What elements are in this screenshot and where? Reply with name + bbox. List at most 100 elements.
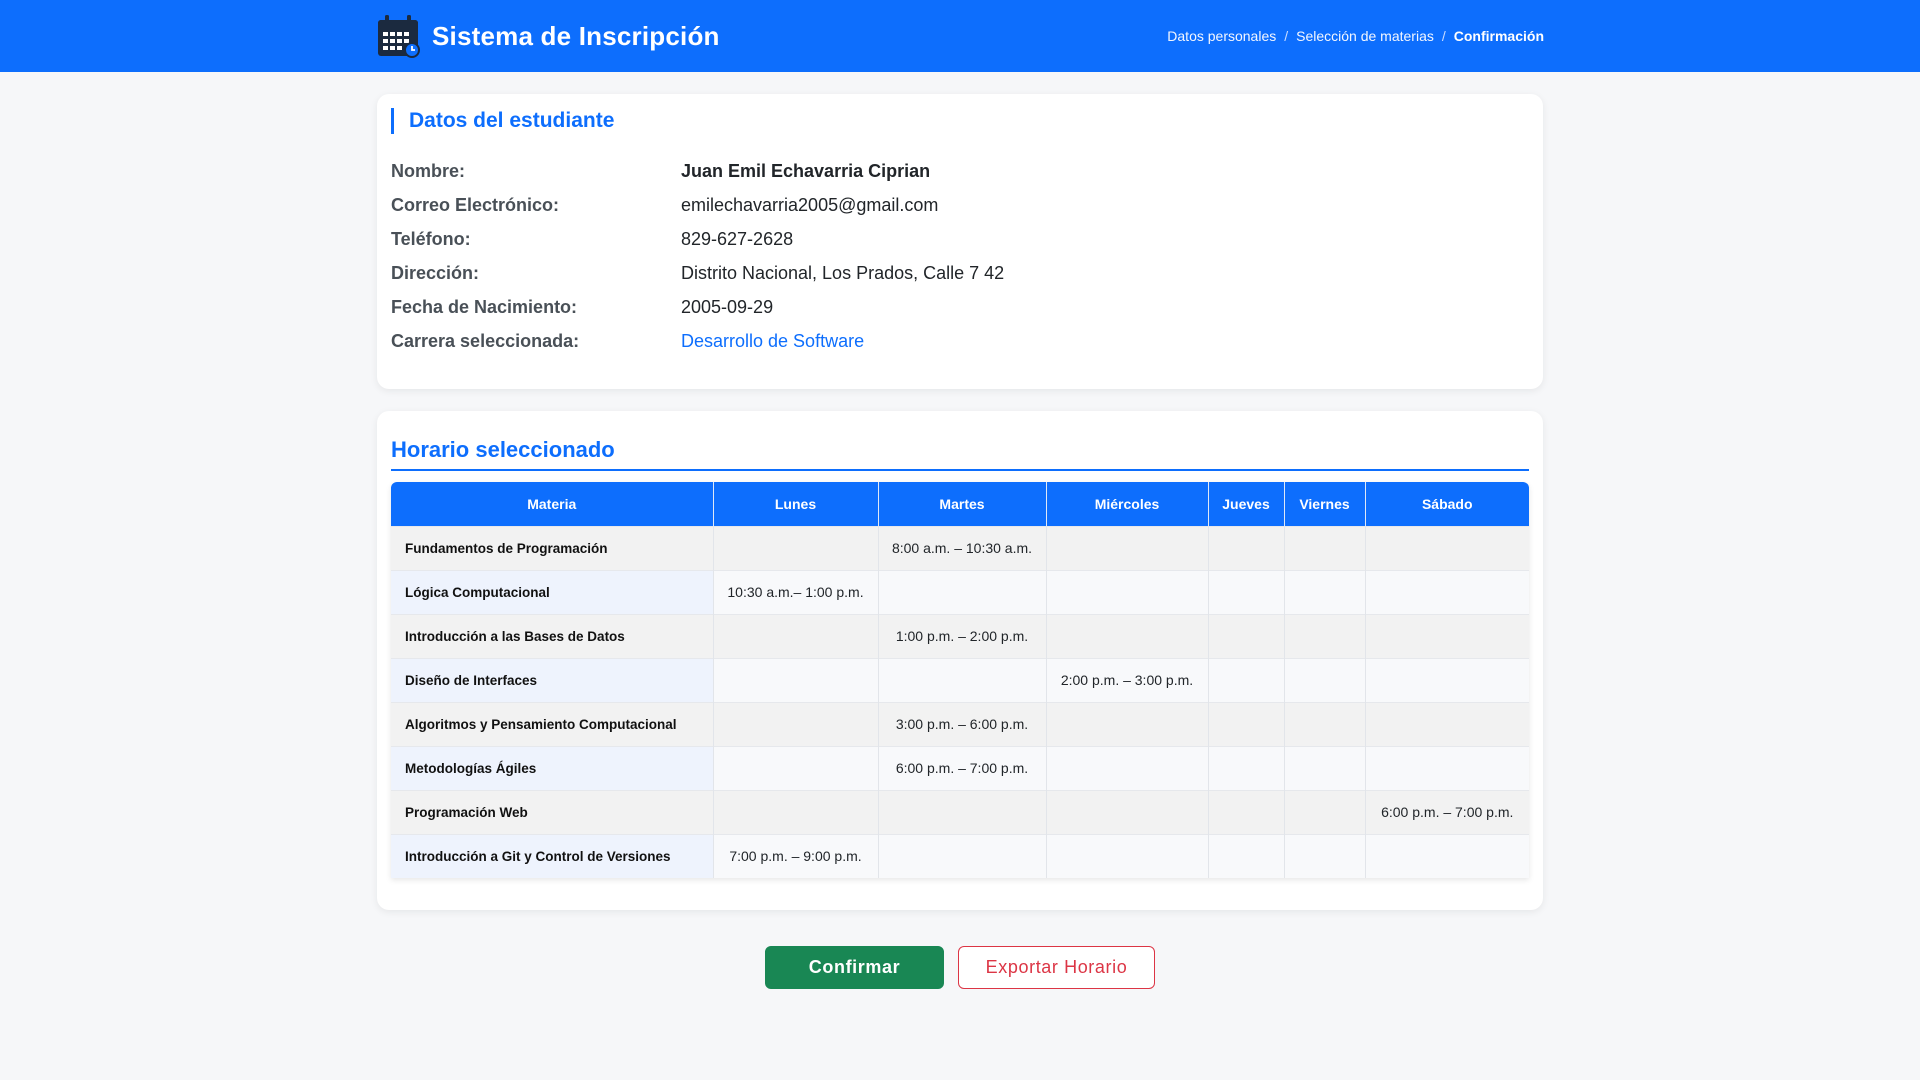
schedule-cell <box>1208 833 1285 878</box>
table-row: Diseño de Interfaces 2:00 p.m. – 3:00 p.… <box>391 657 1529 702</box>
schedule-cell <box>1284 833 1366 878</box>
schedule-cell <box>1365 745 1529 790</box>
info-row-fecha-nacimiento: Fecha de Nacimiento: 2005-09-29 <box>391 290 1004 324</box>
schedule-cell <box>1365 833 1529 878</box>
schedule-cell <box>1046 613 1209 658</box>
column-header-viernes: Viernes <box>1284 482 1366 526</box>
info-row-direccion: Dirección: Distrito Nacional, Los Prados… <box>391 256 1004 290</box>
schedule-cell <box>1284 569 1366 614</box>
schedule-cell: 8:00 a.m. – 10:30 a.m. <box>878 525 1047 570</box>
column-header-martes: Martes <box>878 482 1047 526</box>
schedule-cell <box>1284 789 1366 834</box>
subject-cell: Algoritmos y Pensamiento Computacional <box>391 701 714 746</box>
schedule-cell: 1:00 p.m. – 2:00 p.m. <box>878 613 1047 658</box>
schedule-cell <box>1046 745 1209 790</box>
schedule-cell <box>713 701 879 746</box>
confirm-button[interactable]: Confirmar <box>765 946 944 989</box>
schedule-cell <box>713 657 879 702</box>
column-header-sabado: Sábado <box>1365 482 1529 526</box>
schedule-cell <box>1365 613 1529 658</box>
info-row-nombre: Nombre: Juan Emil Echavarria Ciprian <box>391 154 1004 188</box>
table-row: Introducción a las Bases de Datos 1:00 p… <box>391 613 1529 658</box>
student-section-title: Datos del estudiante <box>391 108 614 134</box>
app-title: Sistema de Inscripción <box>432 20 720 51</box>
schedule-cell: 6:00 p.m. – 7:00 p.m. <box>878 745 1047 790</box>
schedule-cell <box>1046 569 1209 614</box>
breadcrumb-datos-personales[interactable]: Datos personales <box>1167 28 1276 44</box>
table-row: Fundamentos de Programación 8:00 a.m. – … <box>391 525 1529 570</box>
schedule-cell <box>1046 833 1209 878</box>
schedule-cell <box>1208 657 1285 702</box>
top-navbar: Sistema de Inscripción Datos personales … <box>0 0 1920 72</box>
schedule-cell: 10:30 a.m.– 1:00 p.m. <box>713 569 879 614</box>
calendar-icon <box>376 14 420 58</box>
subject-cell: Introducción a Git y Control de Versione… <box>391 833 714 878</box>
schedule-cell <box>1365 569 1529 614</box>
schedule-cell <box>1046 701 1209 746</box>
schedule-cell <box>1284 525 1366 570</box>
schedule-cell <box>878 789 1047 834</box>
schedule-cell <box>1365 525 1529 570</box>
schedule-cell <box>1284 701 1366 746</box>
schedule-cell: 2:00 p.m. – 3:00 p.m. <box>1046 657 1209 702</box>
info-label: Teléfono: <box>391 228 471 249</box>
schedule-cell <box>713 789 879 834</box>
table-header-row: Materia Lunes Martes Miércoles Jueves Vi… <box>391 482 1529 526</box>
schedule-cell <box>1284 657 1366 702</box>
schedule-cell <box>1046 789 1209 834</box>
breadcrumb-separator: / <box>1441 28 1446 44</box>
student-address: Distrito Nacional, Los Prados, Calle 7 4… <box>681 262 1005 283</box>
student-name: Juan Emil Echavarria Ciprian <box>681 160 931 181</box>
subject-cell: Programación Web <box>391 789 714 834</box>
subject-cell: Metodologías Ágiles <box>391 745 714 790</box>
schedule-cell <box>1284 613 1366 658</box>
schedule-cell <box>1208 701 1285 746</box>
schedule-cell <box>713 745 879 790</box>
table-row: Programación Web 6:00 p.m. – 7:00 p.m. <box>391 789 1529 834</box>
info-row-telefono: Teléfono: 829-627-2628 <box>391 222 1004 256</box>
column-header-lunes: Lunes <box>713 482 879 526</box>
schedule-cell <box>713 525 879 570</box>
schedule-cell <box>878 657 1047 702</box>
breadcrumb: Datos personales / Selección de materias… <box>1167 28 1544 44</box>
schedule-cell <box>1208 569 1285 614</box>
schedule-cell: 7:00 p.m. – 9:00 p.m. <box>713 833 879 878</box>
schedule-cell <box>713 613 879 658</box>
info-label: Fecha de Nacimiento: <box>391 296 578 317</box>
export-schedule-button[interactable]: Exportar Horario <box>958 946 1155 989</box>
info-row-carrera: Carrera seleccionada: Desarrollo de Soft… <box>391 324 1004 358</box>
schedule-cell <box>1208 745 1285 790</box>
table-row: Lógica Computacional 10:30 a.m.– 1:00 p.… <box>391 569 1529 614</box>
subject-cell: Fundamentos de Programación <box>391 525 714 570</box>
subject-cell: Introducción a las Bases de Datos <box>391 613 714 658</box>
table-row: Metodologías Ágiles 6:00 p.m. – 7:00 p.m… <box>391 745 1529 790</box>
schedule-cell <box>1208 613 1285 658</box>
brand[interactable]: Sistema de Inscripción <box>376 14 720 58</box>
student-email: emilechavarria2005@gmail.com <box>681 194 939 215</box>
subject-cell: Diseño de Interfaces <box>391 657 714 702</box>
info-label: Dirección: <box>391 262 480 283</box>
schedule-cell <box>1284 745 1366 790</box>
table-row: Introducción a Git y Control de Versione… <box>391 833 1529 878</box>
info-label: Carrera seleccionada: <box>391 330 580 351</box>
table-row: Algoritmos y Pensamiento Computacional 3… <box>391 701 1529 746</box>
student-info-list: Nombre: Juan Emil Echavarria Ciprian Cor… <box>391 154 1004 358</box>
breadcrumb-separator: / <box>1284 28 1289 44</box>
schedule-section-title: Horario seleccionado <box>391 423 1529 471</box>
column-header-jueves: Jueves <box>1208 482 1285 526</box>
schedule-cell <box>1208 789 1285 834</box>
student-birthdate: 2005-09-29 <box>681 296 774 317</box>
schedule-cell <box>878 833 1047 878</box>
schedule-cell <box>1208 525 1285 570</box>
schedule-card: Horario seleccionado Materia Lunes Marte… <box>377 411 1543 910</box>
breadcrumb-seleccion-materias[interactable]: Selección de materias <box>1296 28 1434 44</box>
schedule-table-wrapper: Materia Lunes Martes Miércoles Jueves Vi… <box>391 482 1529 878</box>
subject-cell: Lógica Computacional <box>391 569 714 614</box>
schedule-cell: 6:00 p.m. – 7:00 p.m. <box>1365 789 1529 834</box>
student-career: Desarrollo de Software <box>681 330 865 351</box>
info-row-correo: Correo Electrónico: emilechavarria2005@g… <box>391 188 1004 222</box>
breadcrumb-confirmacion: Confirmación <box>1453 28 1544 44</box>
action-buttons: Confirmar Exportar Horario <box>0 946 1920 989</box>
schedule-table: Materia Lunes Martes Miércoles Jueves Vi… <box>391 482 1529 878</box>
schedule-cell <box>878 569 1047 614</box>
